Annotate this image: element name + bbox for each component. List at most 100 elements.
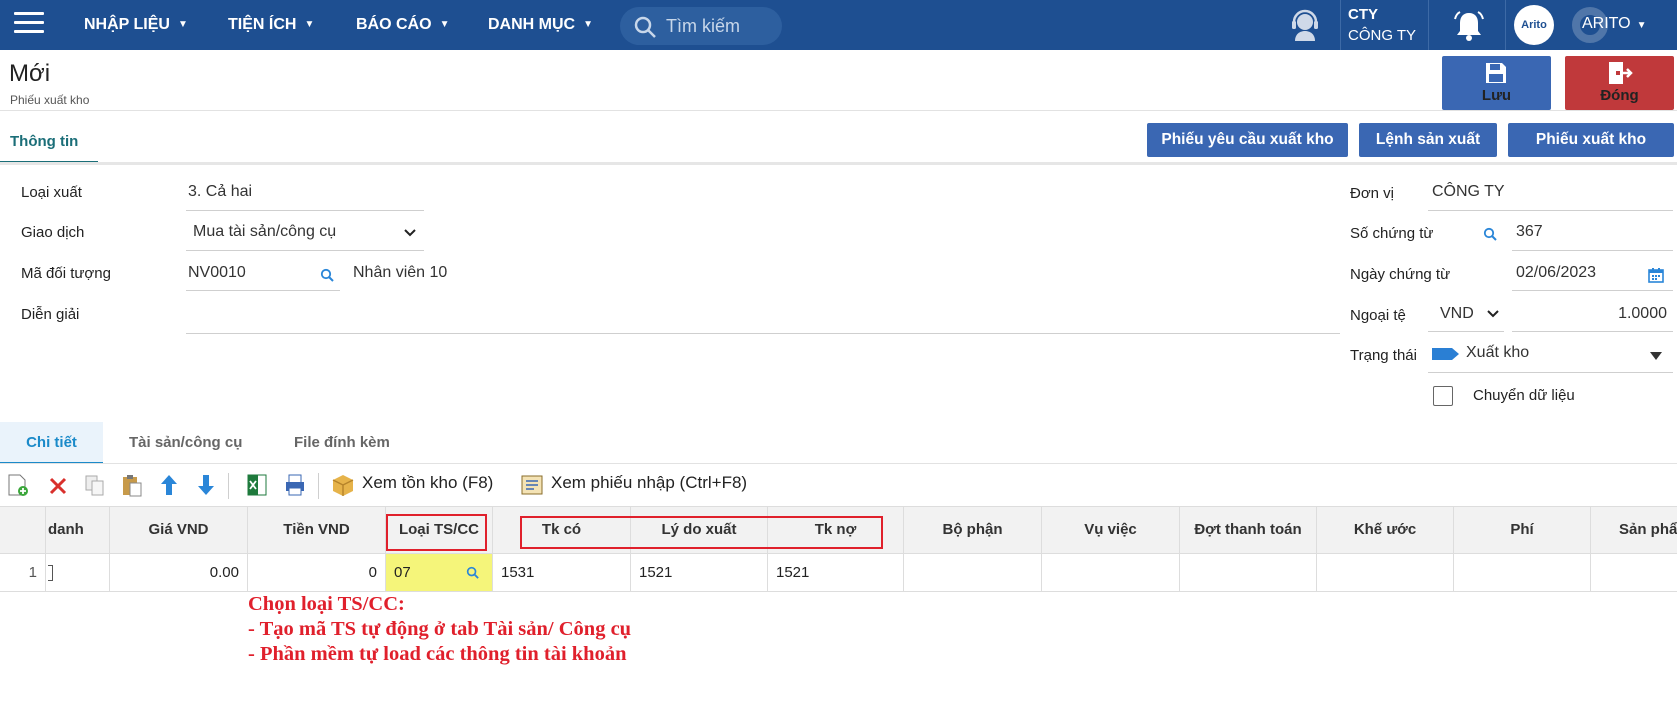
ma-doi-tuong-label: Mã đối tượng — [21, 265, 111, 282]
search-input[interactable]: Tìm kiếm — [620, 7, 782, 45]
print-icon[interactable] — [284, 473, 306, 497]
document-list-icon[interactable] — [520, 473, 544, 497]
tab-chi-tiet[interactable]: Chi tiết — [0, 422, 103, 464]
chevron-down-icon[interactable] — [403, 227, 417, 239]
menu-label: TIỆN ÍCH — [228, 16, 297, 33]
so-chung-tu-field[interactable]: 367 — [1516, 223, 1543, 241]
search-placeholder: Tìm kiếm — [666, 16, 740, 36]
grid-header-cell[interactable]: Đợt thanh toán — [1180, 506, 1317, 554]
copy-icon[interactable] — [84, 473, 106, 497]
grid-header-cell[interactable]: Tiền VND — [248, 506, 386, 554]
field-underline — [1428, 372, 1673, 373]
ngay-chung-tu-field[interactable]: 02/06/2023 — [1516, 264, 1596, 282]
giao-dich-select[interactable]: Mua tài sản/công cụ — [193, 223, 336, 241]
close-label: Đóng — [1600, 87, 1639, 104]
close-button[interactable]: Đóng — [1565, 56, 1674, 110]
tab-thong-tin[interactable]: Thông tin — [0, 118, 98, 164]
excel-icon[interactable] — [246, 473, 268, 497]
phieu-yeu-cau-xuat-kho-button[interactable]: Phiếu yêu cầu xuất kho — [1147, 123, 1348, 157]
lookup-search-icon[interactable] — [320, 268, 335, 283]
bell-icon[interactable] — [1452, 9, 1486, 43]
user-name: ARITO — [1582, 15, 1631, 32]
table-cell[interactable] — [46, 554, 110, 592]
avatar[interactable]: Arito — [1514, 5, 1554, 45]
loai-ts-cc-value: 07 — [394, 564, 411, 581]
exchange-rate-field[interactable]: 1.0000 — [1516, 305, 1667, 323]
status-tag-icon — [1432, 348, 1459, 360]
loai-ts-cc-cell[interactable]: 07 — [386, 554, 493, 592]
xem-ton-kho-button[interactable]: Xem tồn kho (F8) — [362, 473, 493, 493]
lookup-search-icon[interactable] — [1483, 227, 1498, 242]
chuyen-du-lieu-checkbox[interactable] — [1433, 386, 1453, 406]
table-cell[interactable] — [1317, 554, 1454, 592]
loai-xuat-field[interactable]: 3. Cả hai — [188, 183, 252, 201]
highlight-box-accounts — [520, 516, 883, 549]
table-cell[interactable]: 0 — [248, 554, 386, 592]
field-underline — [186, 250, 424, 251]
menu-label: BÁO CÁO — [356, 16, 432, 33]
so-chung-tu-label: Số chứng từ — [1350, 225, 1434, 242]
ma-doi-tuong-field[interactable]: NV0010 — [188, 264, 246, 282]
caret-down-icon: ▼ — [439, 19, 450, 30]
menu-tien-ich[interactable]: TIỆN ÍCH ▼ — [228, 0, 314, 50]
grid-header-cell[interactable]: Giá VND — [110, 506, 248, 554]
save-button[interactable]: Lưu — [1442, 56, 1551, 110]
company-name[interactable]: CÔNG TY — [1348, 27, 1416, 44]
exit-icon — [1609, 62, 1633, 84]
highlight-box-loai-ts-cc — [386, 514, 487, 551]
table-cell[interactable] — [1180, 554, 1317, 592]
add-row-icon[interactable] — [7, 473, 29, 497]
grid-header-cell[interactable]: Phí — [1454, 506, 1591, 554]
table-cell[interactable] — [1042, 554, 1180, 592]
box-icon[interactable] — [331, 473, 355, 497]
save-icon — [1486, 63, 1506, 83]
tab-file-dinh-kem[interactable]: File đính kèm — [294, 422, 390, 464]
move-up-icon[interactable] — [158, 473, 180, 497]
hamburger-menu-icon[interactable] — [14, 12, 44, 36]
don-vi-field[interactable]: CÔNG TY — [1432, 183, 1505, 201]
grid-header-cell[interactable]: Vụ việc — [1042, 506, 1180, 554]
grid-header-cell[interactable]: Khế ước — [1317, 506, 1454, 554]
grid-header-cell[interactable]: Bộ phận — [904, 506, 1042, 554]
calendar-icon[interactable] — [1648, 267, 1664, 283]
trang-thai-label: Trạng thái — [1350, 347, 1417, 364]
field-underline — [1428, 210, 1673, 211]
dien-giai-field[interactable] — [188, 305, 1338, 329]
table-cell[interactable] — [1454, 554, 1591, 592]
field-underline — [186, 333, 1340, 334]
tab-tai-san-cong-cu[interactable]: Tài sản/công cụ — [129, 422, 242, 464]
divider — [1505, 0, 1506, 50]
page-title: Mới — [9, 60, 51, 87]
table-cell[interactable] — [1591, 554, 1677, 592]
phieu-xuat-kho-button[interactable]: Phiếu xuất kho — [1508, 123, 1674, 157]
top-navbar: NHẬP LIỆU ▼ TIỆN ÍCH ▼ BÁO CÁO ▼ DANH MỤC ▼ … — [0, 0, 1677, 50]
menu-danh-muc[interactable]: DANH MỤC ▼ — [488, 0, 593, 50]
delete-row-icon[interactable] — [47, 473, 69, 497]
grid-header-cell[interactable]: danh — [46, 506, 110, 554]
currency-select[interactable]: VND — [1440, 305, 1474, 323]
menu-nhap-lieu[interactable]: NHẬP LIỆU ▼ — [84, 0, 188, 50]
caret-down-icon: ▼ — [177, 19, 188, 30]
table-cell[interactable]: 1531 — [493, 554, 631, 592]
paste-icon[interactable] — [121, 473, 143, 497]
xem-phieu-nhap-button[interactable]: Xem phiếu nhập (Ctrl+F8) — [551, 473, 747, 493]
field-underline — [1512, 250, 1673, 251]
table-cell[interactable]: 1521 — [768, 554, 904, 592]
avatar-text: Arito — [1521, 19, 1547, 31]
company-code[interactable]: CTY — [1348, 6, 1378, 23]
menu-bao-cao[interactable]: BÁO CÁO ▼ — [356, 0, 449, 50]
trang-thai-select[interactable]: Xuất kho — [1466, 344, 1529, 362]
grid-header-cell[interactable]: Sản phẩ — [1591, 506, 1677, 554]
chevron-down-icon[interactable] — [1486, 308, 1500, 320]
caret-down-icon: ▼ — [1636, 20, 1647, 31]
lookup-search-icon[interactable] — [466, 566, 480, 580]
user-menu[interactable]: ARITO ▼ — [1582, 15, 1647, 33]
field-underline — [1512, 331, 1673, 332]
table-cell[interactable] — [904, 554, 1042, 592]
table-cell[interactable]: 1521 — [631, 554, 768, 592]
support-agent-icon[interactable] — [1288, 8, 1322, 42]
lenh-san-xuat-button[interactable]: Lệnh sản xuất — [1359, 123, 1497, 157]
caret-down-icon[interactable] — [1650, 352, 1662, 360]
table-cell[interactable]: 0.00 — [110, 554, 248, 592]
move-down-icon[interactable] — [195, 473, 217, 497]
